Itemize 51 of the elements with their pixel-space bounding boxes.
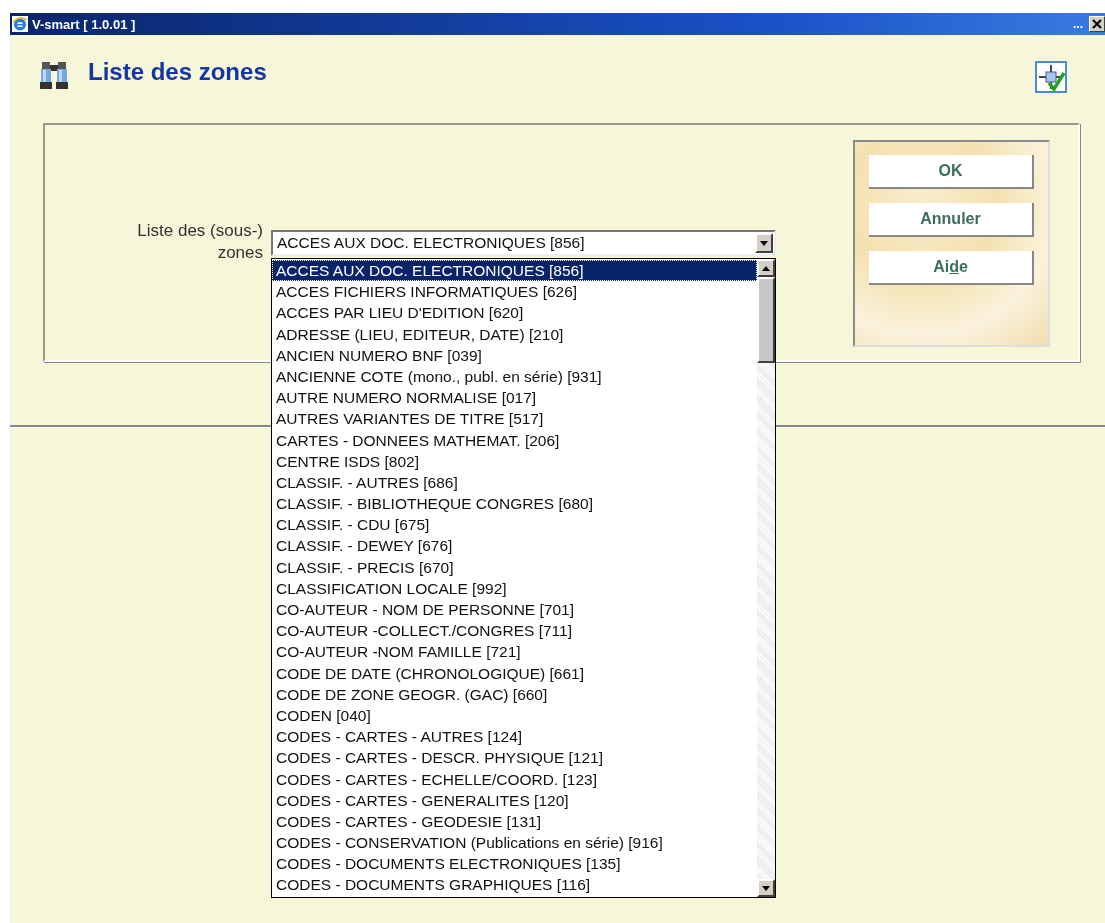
page-title: Liste des zones <box>88 57 267 87</box>
list-option[interactable]: CODES - CARTES - DESCR. PHYSIQUE [121] <box>272 747 757 769</box>
action-button[interactable]: Aide <box>869 251 1034 285</box>
list-option[interactable]: CLASSIF. - AUTRES [686] <box>272 471 757 494</box>
binoculars-icon <box>40 60 68 90</box>
field-label: Liste des (sous-) zones <box>136 220 263 264</box>
close-icon <box>1092 19 1102 29</box>
list-option[interactable]: CODEN [040] <box>272 704 757 727</box>
list-option[interactable]: ACCES FICHIERS INFORMATIQUES [626] <box>272 281 757 303</box>
list-option[interactable]: CODES - DOCUMENTS GRAPHIQUES [116] <box>272 874 757 896</box>
list-option[interactable]: ADRESSE (LIEU, EDITEUR, DATE) [210] <box>272 323 757 345</box>
move-check-icon[interactable] <box>1035 61 1067 93</box>
scroll-up-button[interactable] <box>757 259 775 277</box>
list-option[interactable]: CLASSIF. - DEWEY [676] <box>272 535 757 557</box>
close-button[interactable] <box>1089 16 1105 32</box>
scroll-down-button[interactable] <box>757 879 775 897</box>
window-title: V-smart [ 1.0.01 ] <box>32 16 136 32</box>
list-option[interactable]: ANCIEN NUMERO BNF [039] <box>272 344 757 366</box>
list-option[interactable]: ACCES AUX DOC. ELECTRONIQUES [856] <box>272 260 757 282</box>
list-option[interactable]: CLASSIF. - CDU [675] <box>272 514 757 536</box>
list-option[interactable]: CLASSIF. - PRECIS [670] <box>272 556 757 578</box>
list-option[interactable]: CODE DE ZONE GEOGR. (GAC) [660] <box>272 683 757 705</box>
down-arrow-icon <box>762 885 770 891</box>
scrollbar[interactable] <box>757 259 775 897</box>
list-option[interactable]: CODES - DOCUMENTS ELECTRONIQUES [135] <box>272 853 757 875</box>
more-indicator: ... <box>1073 17 1083 31</box>
action-button[interactable]: OK <box>869 155 1034 189</box>
list-option[interactable]: CODES - CARTES - GEODESIE [131] <box>272 810 757 833</box>
up-arrow-icon <box>762 265 770 271</box>
list-option[interactable]: CO-AUTEUR -NOM FAMILLE [721] <box>272 641 757 663</box>
list-option[interactable]: AUTRES VARIANTES DE TITRE [517] <box>272 408 757 430</box>
dropdown-button[interactable] <box>755 233 773 253</box>
list-option[interactable]: CODES - CONSERVATION (Publications en série) [916] <box>272 832 757 854</box>
list-option[interactable]: CODE DE DATE (CHRONOLOGIQUE) [661] <box>272 662 757 684</box>
browser-logo-icon <box>12 16 28 32</box>
list-option[interactable]: ANCIENNE COTE (mono., publ. en série) [931] <box>272 365 757 388</box>
list-option[interactable]: CENTRE ISDS [802] <box>272 450 757 472</box>
list-option[interactable]: CODES - CARTES - ECHELLE/COORD. [123] <box>272 768 757 790</box>
action-button[interactable]: Annuler <box>869 203 1034 237</box>
list-option[interactable]: CARTES - DONNEES MATHEMAT. [206] <box>272 429 757 451</box>
list-option[interactable]: AUTRE NUMERO NORMALISE [017] <box>272 387 757 409</box>
list-option[interactable]: CODES - CARTES - AUTRES [124] <box>272 726 757 748</box>
scroll-thumb[interactable] <box>757 277 775 363</box>
list-option[interactable]: CO-AUTEUR - NOM DE PERSONNE [701] <box>272 599 757 621</box>
zone-select[interactable]: ACCES AUX DOC. ELECTRONIQUES [856] <box>271 230 776 256</box>
list-option[interactable]: CLASSIFICATION LOCALE [992] <box>272 577 757 599</box>
list-option[interactable]: CODES - CARTES - GENERALITES [120] <box>272 789 757 811</box>
dropdown-arrow-icon <box>760 240 768 246</box>
list-option[interactable]: CLASSIF. - BIBLIOTHEQUE CONGRES [680] <box>272 493 757 515</box>
list-option[interactable]: ACCES PAR LIEU D'EDITION [620] <box>272 302 757 324</box>
list-option[interactable]: CO-AUTEUR -COLLECT./CONGRES [711] <box>272 620 757 642</box>
